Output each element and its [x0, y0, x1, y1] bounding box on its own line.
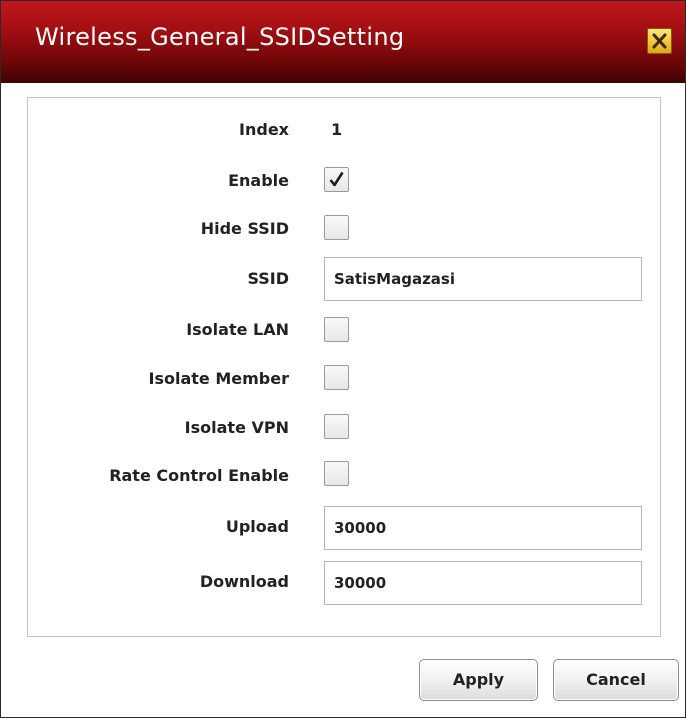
isolate-vpn-label: Isolate VPN [184, 418, 289, 437]
enable-label: Enable [228, 171, 289, 190]
ssid-setting-dialog: Wireless_General_SSIDSetting Index 1 Ena… [0, 0, 686, 718]
dialog-title: Wireless_General_SSIDSetting [35, 23, 405, 51]
close-button[interactable] [647, 28, 672, 54]
rate-control-enable-checkbox[interactable] [324, 461, 349, 486]
isolate-member-checkbox[interactable] [324, 365, 349, 390]
upload-label: Upload [225, 517, 289, 536]
download-input[interactable] [324, 561, 642, 605]
ssid-label: SSID [247, 269, 289, 288]
isolate-member-label: Isolate Member [148, 369, 289, 388]
download-label: Download [199, 572, 289, 591]
rate-control-enable-label: Rate Control Enable [109, 466, 289, 485]
index-value: 1 [331, 120, 343, 139]
close-icon [652, 33, 667, 49]
cancel-button[interactable]: Cancel [553, 659, 679, 701]
isolate-lan-checkbox[interactable] [324, 317, 349, 342]
index-label: Index [239, 120, 289, 139]
hide-ssid-label: Hide SSID [200, 219, 289, 238]
apply-button[interactable]: Apply [419, 659, 538, 701]
hide-ssid-checkbox[interactable] [324, 215, 349, 240]
upload-input[interactable] [324, 506, 642, 550]
enable-checkbox[interactable] [324, 167, 349, 192]
isolate-vpn-checkbox[interactable] [324, 414, 349, 439]
checkmark-icon [329, 171, 344, 187]
ssid-input[interactable] [324, 257, 642, 301]
title-bar[interactable]: Wireless_General_SSIDSetting [1, 1, 685, 83]
isolate-lan-label: Isolate LAN [186, 320, 289, 339]
